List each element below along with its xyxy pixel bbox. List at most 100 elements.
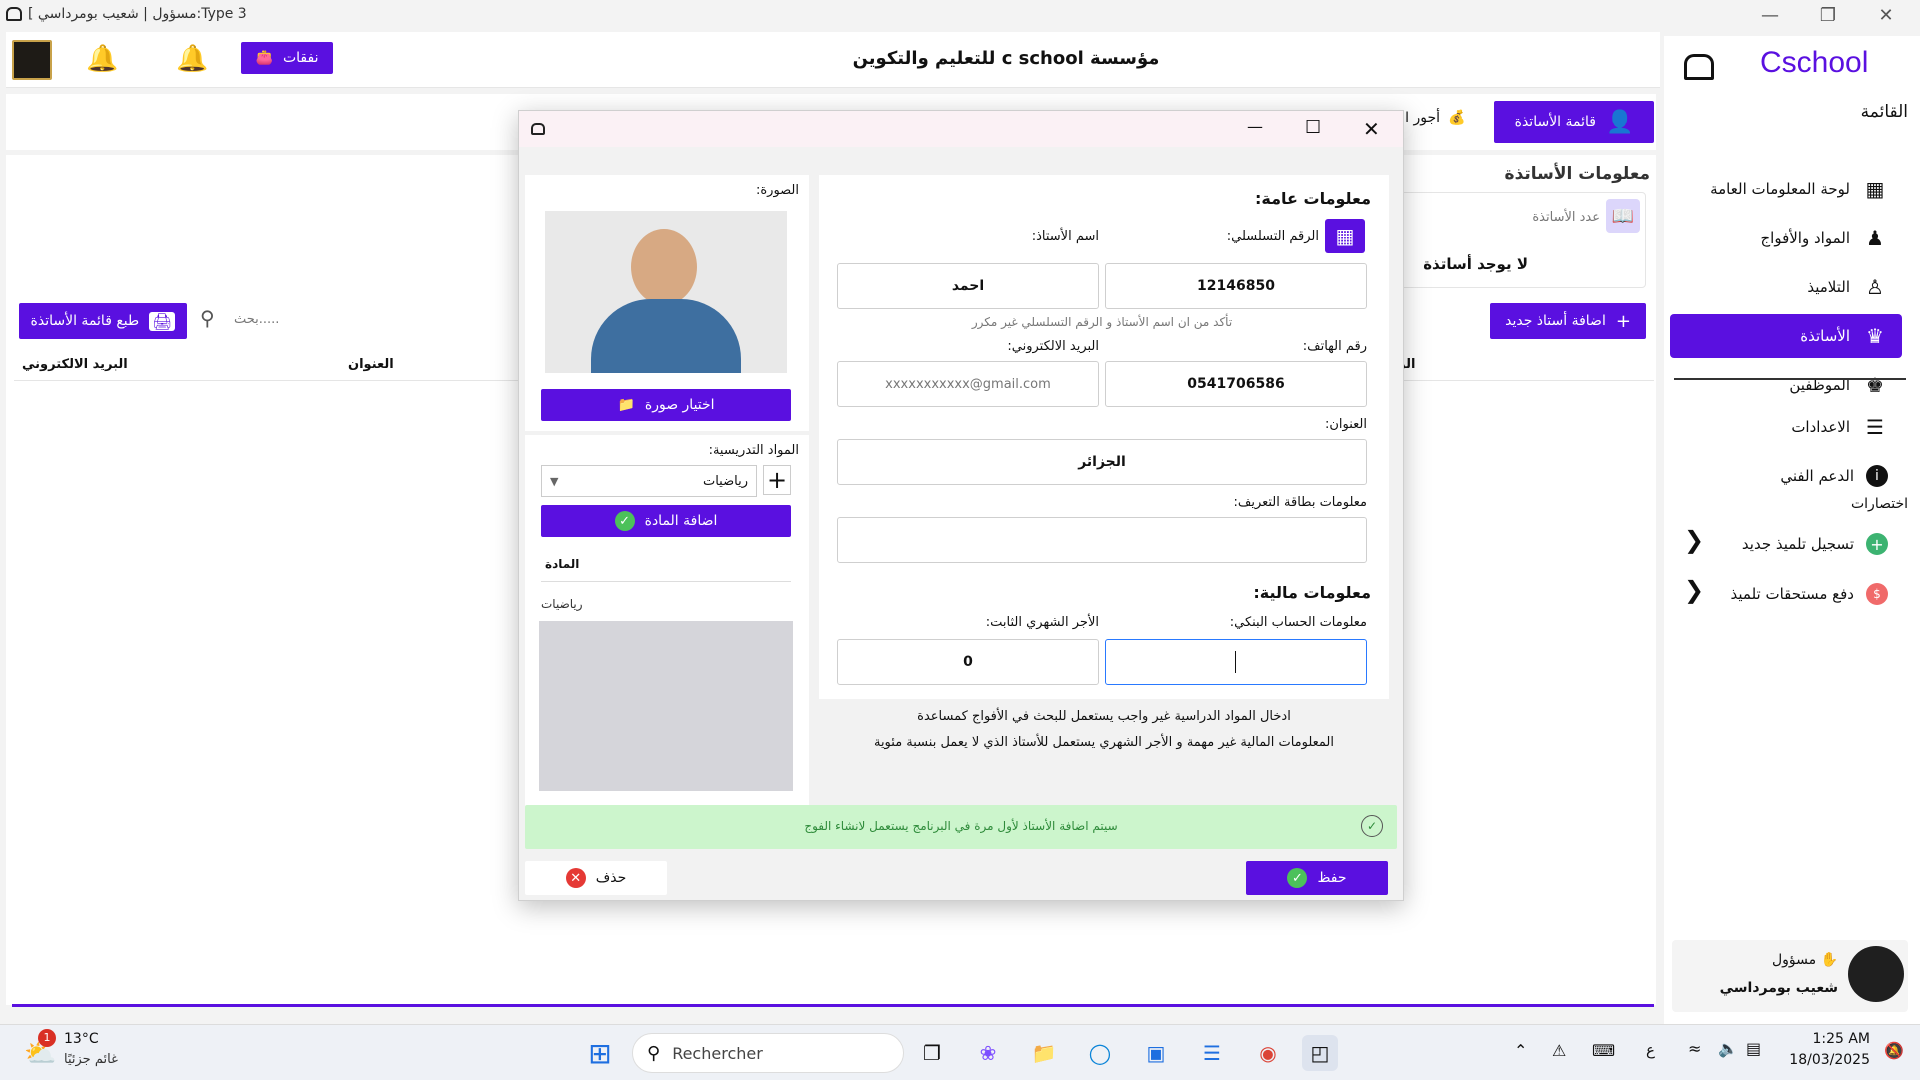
subject-column-header: المادة <box>545 557 580 571</box>
close-icon[interactable]: ✕ <box>1363 117 1380 141</box>
taskbar-search[interactable]: ⚲ Rechercher <box>632 1033 904 1073</box>
add-teacher-button[interactable]: + اضافة أستاذ جديد <box>1490 303 1646 339</box>
bell-icon[interactable]: 🔔 <box>86 44 118 74</box>
app-icon <box>531 123 545 135</box>
sidebar-item-dashboard[interactable]: لوحة المعلومات العامة ▦ <box>1670 167 1902 211</box>
subject-select[interactable]: رياضيات ▼ <box>541 465 757 497</box>
sidebar-item-label: الاعدادات <box>1791 418 1850 436</box>
chevron-right-icon[interactable]: ❯ <box>1684 526 1704 554</box>
sidebar-item-label: المواد والأفواج <box>1760 229 1850 247</box>
battery-icon[interactable]: ▤ <box>1746 1039 1761 1058</box>
sidebar-item-employees[interactable]: الموظفين ♚ <box>1670 363 1902 407</box>
wifi-icon[interactable]: ≈ <box>1688 1039 1701 1058</box>
windows-start-icon[interactable]: ⊞ <box>582 1035 618 1071</box>
id-card-field[interactable] <box>837 517 1367 563</box>
window-title: [ مسؤول | شعيب بومرداسي:Type 3 <box>28 6 247 22</box>
app-icon <box>6 7 22 21</box>
app-barcode-icon[interactable]: ☰ <box>1194 1035 1230 1071</box>
count-label: عدد الأساتذة <box>1532 210 1600 225</box>
restore-icon[interactable]: ❐ <box>1800 0 1856 30</box>
minimize-icon[interactable]: — <box>1742 0 1798 30</box>
plus-icon: + <box>1615 310 1631 332</box>
add-subject-button[interactable]: اضافة المادة ✓ <box>541 505 791 537</box>
sidebar-item-teachers[interactable]: الأساتذة ♛ <box>1670 314 1902 358</box>
table-row[interactable]: رياضيات <box>541 597 583 611</box>
dialog-titlebar <box>519 111 1403 147</box>
sidebar-item-label: دفع مستحقات تلميذ <box>1730 585 1855 603</box>
search-input[interactable]: بحث..... <box>234 312 514 327</box>
uniqueness-hint: تأكد من ان اسم الأستاذ و الرقم التسلسلي … <box>971 315 1233 329</box>
edge-browser-icon[interactable]: ◯ <box>1082 1035 1118 1071</box>
copilot-icon[interactable]: ❀ <box>970 1035 1006 1071</box>
search-icon: ⚲ <box>647 1042 661 1064</box>
tab-salaries[interactable]: 💰 أجور ال <box>1395 110 1466 126</box>
notification-bell-icon[interactable]: 🔕 <box>1884 1041 1904 1060</box>
weather-temp: 13°C <box>64 1031 99 1047</box>
expenses-button[interactable]: نفقات 👛 <box>241 42 333 74</box>
save-button[interactable]: حفظ ✓ <box>1246 861 1388 895</box>
chrome-icon[interactable]: ◉ <box>1250 1035 1286 1071</box>
sidebar-item-label: تسجيل تلميذ جديد <box>1741 535 1854 553</box>
person-icon <box>631 229 697 305</box>
language-indicator[interactable]: ع <box>1646 1041 1655 1059</box>
shortcut-pay-fees[interactable]: دفع مستحقات تلميذ $ <box>1670 572 1902 616</box>
money-icon: 💰 <box>1448 110 1466 126</box>
note-financial: المعلومات المالية غير مهمة و الأجر الشهر… <box>873 735 1335 750</box>
sidebar-item-label: الدعم الفني <box>1780 467 1854 485</box>
shortcut-register-student[interactable]: تسجيل تلميذ جديد + <box>1670 522 1902 566</box>
sliders-icon: ☰ <box>1866 415 1884 439</box>
name-field[interactable]: احمد <box>837 263 1099 309</box>
chevron-right-icon[interactable]: ❯ <box>1684 576 1704 604</box>
weather-desc: غائم جزئيًا <box>64 1052 118 1067</box>
keyboard-icon[interactable]: ⌨ <box>1592 1041 1615 1060</box>
text-cursor <box>1235 651 1236 673</box>
serial-field[interactable]: 12146850 <box>1105 263 1367 309</box>
salary-field[interactable]: 0 <box>837 639 1099 685</box>
note-subjects: ادخال المواد الدراسية غير واجب يستعمل لل… <box>917 709 1291 724</box>
qr-code-icon[interactable]: ▦ <box>1325 219 1365 253</box>
address-field[interactable]: الجزائر <box>837 439 1367 485</box>
phone-label: رقم الهاتف: <box>1302 339 1367 354</box>
cash-icon: $ <box>1866 583 1888 605</box>
print-list-button[interactable]: 🖨 طبع قائمة الأساتذة <box>19 303 187 339</box>
chevron-up-icon[interactable]: ⌃ <box>1514 1041 1527 1060</box>
battery-warning-icon[interactable]: ⚠ <box>1552 1041 1566 1060</box>
close-icon[interactable]: ✕ <box>1858 0 1914 30</box>
bank-field[interactable] <box>1105 639 1367 685</box>
sidebar-item-support[interactable]: الدعم الفني i <box>1670 454 1902 498</box>
user-name: شعيب بومرداسي <box>1719 980 1838 996</box>
taskbar: ⛅ 1 13°C غائم جزئيًا ⊞ ⚲ Rechercher ❐ ❀ … <box>0 1024 1920 1080</box>
phone-field[interactable]: 0541706586 <box>1105 361 1367 407</box>
column-email: البريد الالكتروني <box>22 357 128 372</box>
menu-title: القائمة <box>1860 102 1908 122</box>
teacher-photo <box>545 211 787 373</box>
minimize-icon[interactable]: — <box>1247 117 1263 136</box>
choose-photo-button[interactable]: اختيار صورة 📁 <box>541 389 791 421</box>
file-explorer-icon[interactable]: 📁 <box>1026 1035 1062 1071</box>
plus-circle-icon: + <box>1866 533 1888 555</box>
add-subject-plus-icon[interactable]: + <box>763 465 791 495</box>
bank-label: معلومات الحساب البنكي: <box>1229 615 1367 630</box>
clock-date[interactable]: 18/03/2025 <box>1772 1052 1870 1068</box>
bottom-accent-line <box>12 1004 1654 1007</box>
printer-icon: 🖨 <box>149 311 176 331</box>
clock-time[interactable]: 1:25 AM <box>1790 1031 1870 1047</box>
sidebar-item-settings[interactable]: الاعدادات ☰ <box>1670 405 1902 449</box>
maximize-icon[interactable]: ☐ <box>1305 117 1321 138</box>
avatar[interactable] <box>1848 946 1904 1002</box>
sidebar-item-label: لوحة المعلومات العامة <box>1710 180 1850 198</box>
email-field[interactable]: xxxxxxxxxxx@gmail.com <box>837 361 1099 407</box>
email-label: البريد الالكتروني: <box>1007 339 1099 354</box>
count-value: لا يوجد أساتذة <box>1423 255 1528 273</box>
delete-button[interactable]: حذف ✕ <box>525 861 667 895</box>
tab-teachers-list[interactable]: 👤 قائمة الأساتذة <box>1494 101 1654 143</box>
sidebar-item-groups[interactable]: المواد والأفواج ♟ <box>1670 216 1902 260</box>
volume-icon[interactable]: 🔈 <box>1718 1039 1738 1058</box>
bell-icon[interactable]: 🔔 <box>176 44 208 74</box>
subjects-label: المواد التدريسية: <box>708 443 799 458</box>
task-view-icon[interactable]: ❐ <box>914 1035 950 1071</box>
cschool-app-icon[interactable]: ◰ <box>1302 1035 1338 1071</box>
subject-select-value: رياضيات <box>702 473 748 489</box>
sidebar-item-students[interactable]: التلاميذ ♙ <box>1670 265 1902 309</box>
store-icon[interactable]: ▣ <box>1138 1035 1174 1071</box>
